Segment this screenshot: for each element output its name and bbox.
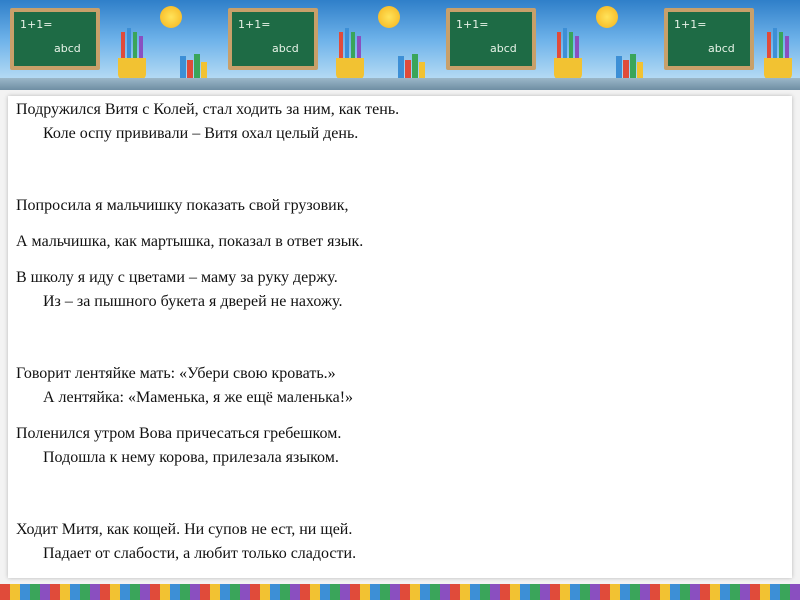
board-mark: 1+1= [456,18,489,31]
sun-icon [160,6,182,28]
poem-content: Подружился Витя с Колей, стал ходить за … [8,96,792,578]
poem-line: Ходит Митя, как кощей. Ни супов не ест, … [16,521,353,538]
poem-line: А лентяйка: «Маменька, я же ещё маленька… [43,389,354,406]
board-mark: abcd [54,42,81,55]
footer-decoration [0,584,800,600]
board-mark: abcd [272,42,299,55]
chalkboard-icon: 1+1= abcd [446,8,536,70]
header-banner: 1+1= abcd 1+1= abcd 1+1= abcd 1+1= abcd [0,0,800,90]
books-icon [398,54,432,80]
sun-icon [378,6,400,28]
board-mark: 1+1= [20,18,53,31]
poem-line: Подошла к нему корова, прилезала языком. [43,449,339,466]
pencil-cup-icon [114,28,150,80]
chalkboard-icon: 1+1= abcd [10,8,100,70]
chalkboard-icon: 1+1= abcd [228,8,318,70]
poem-line: В школу я иду с цветами – маму за руку д… [16,269,338,286]
pencil-cup-icon [550,28,586,80]
text-frame: Подружился Витя с Колей, стал ходить за … [0,90,800,584]
poem-line: А мальчишка, как мартышка, показал в отв… [16,233,364,250]
poem-line: Поленился утром Вова причесаться гребешк… [16,425,342,442]
pencil-cup-icon [760,28,796,80]
poem-line: Говорит лентяйке мать: «Убери свою крова… [16,365,336,382]
board-mark: abcd [708,42,735,55]
pencil-cup-icon [332,28,368,80]
poem-line: Падает от слабости, а любит только сладо… [43,545,357,562]
poem-line: Коле оспу прививали – Витя охал целый де… [43,125,359,142]
poem-line: Подружился Витя с Колей, стал ходить за … [16,101,400,118]
books-icon [180,54,214,80]
board-mark: 1+1= [238,18,271,31]
poem-line: Из – за пышного букета я дверей не нахож… [43,293,343,310]
poem-line: Попросила я мальчишку показать свой груз… [16,197,349,214]
board-mark: abcd [490,42,517,55]
chalkboard-icon: 1+1= abcd [664,8,754,70]
board-mark: 1+1= [674,18,707,31]
books-icon [616,54,650,80]
sun-icon [596,6,618,28]
shelf [0,78,800,90]
